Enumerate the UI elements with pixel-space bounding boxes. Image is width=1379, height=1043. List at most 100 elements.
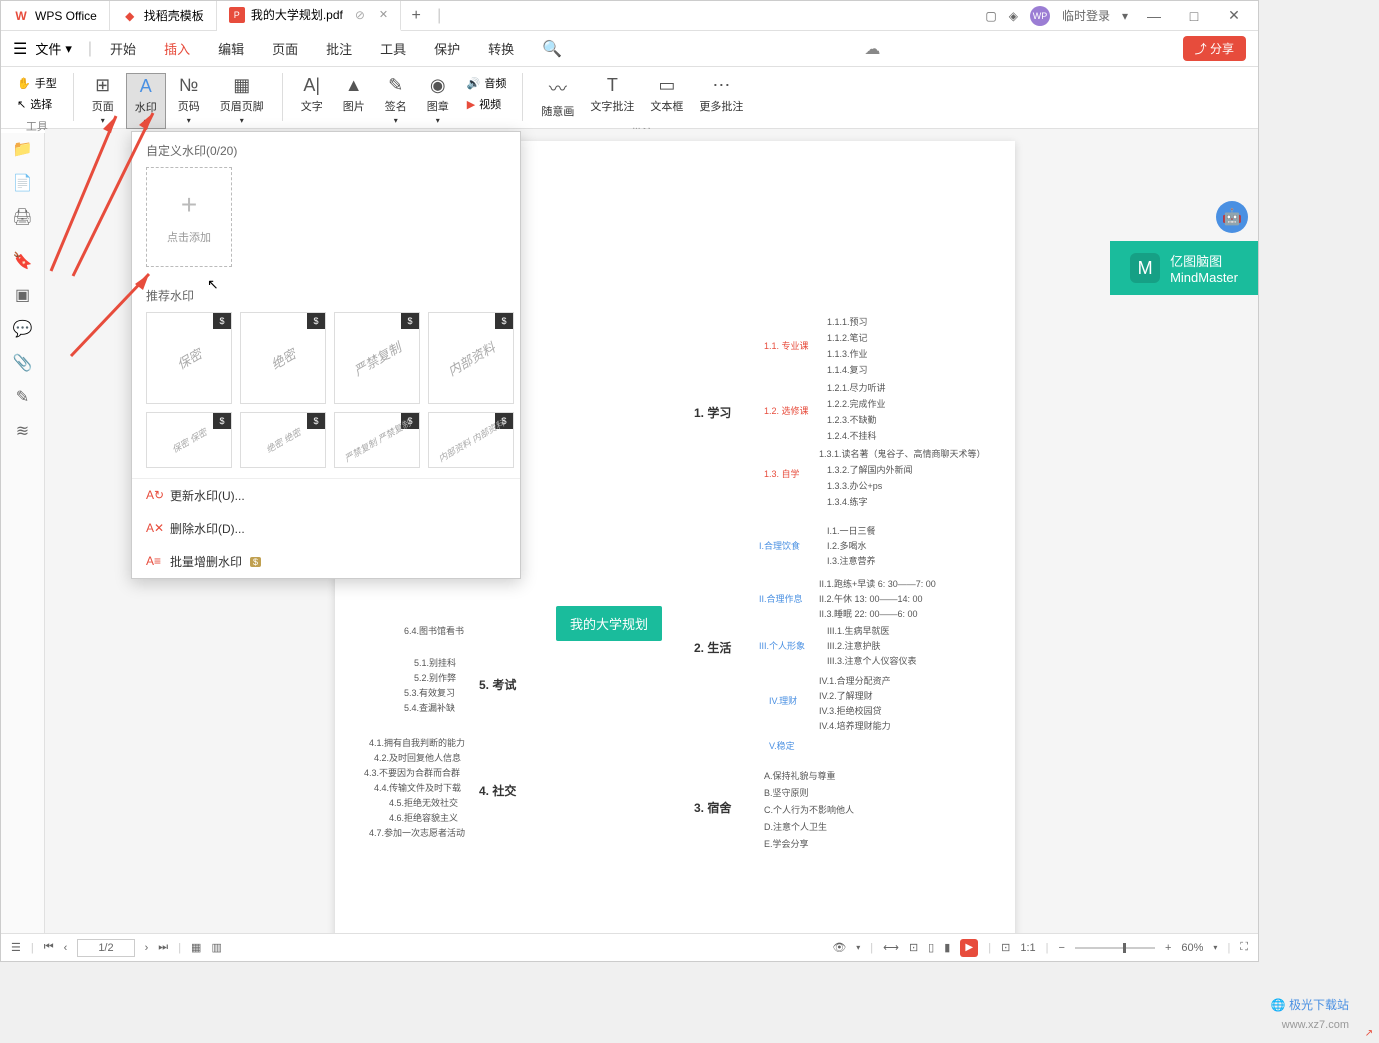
layers-icon[interactable]: ≋ xyxy=(16,421,29,441)
minimize-button[interactable]: — xyxy=(1140,8,1168,24)
print-icon[interactable]: 🖨 xyxy=(12,207,32,227)
last-page-button[interactable]: ⏭ xyxy=(158,941,168,954)
freedraw-button[interactable]: 〰随意画 xyxy=(533,73,582,121)
pin-icon[interactable]: ⊘ xyxy=(355,8,365,22)
presentation-button[interactable]: ▶ xyxy=(960,939,978,957)
app-tab[interactable]: W WPS Office xyxy=(1,1,110,31)
draw-icon: 〰 xyxy=(549,75,567,101)
thumbnail-icon[interactable]: ▣ xyxy=(15,285,30,305)
add-watermark-button[interactable]: + 点击添加 xyxy=(146,167,232,267)
cube-icon[interactable]: ◈ xyxy=(1009,9,1018,23)
search-icon[interactable]: 🔍 xyxy=(542,39,562,59)
batch-icon: A≡ xyxy=(146,554,162,570)
zoom-value[interactable]: 60% xyxy=(1181,942,1203,954)
menu-icon[interactable]: ☰ xyxy=(13,39,27,59)
watermark-preset[interactable]: $绝密 xyxy=(240,312,326,404)
update-watermark-action[interactable]: A↻更新水印(U)... xyxy=(132,479,520,512)
single-page-icon[interactable]: ▯ xyxy=(928,941,934,954)
dropdown-icon[interactable]: ▾ xyxy=(1122,9,1128,23)
site-logo: 🌐 极光下载站 xyxy=(1271,996,1349,1013)
watermark-preset[interactable]: $严禁复制 严禁复制 xyxy=(334,412,420,468)
brand-en: MindMaster xyxy=(1170,270,1238,285)
watermark-preset[interactable]: $内部资料 xyxy=(428,312,514,404)
zoom-slider[interactable] xyxy=(1075,947,1155,949)
fullscreen-icon[interactable]: ⛶ xyxy=(1240,941,1248,954)
zoom-in-button[interactable]: + xyxy=(1165,942,1171,954)
user-avatar[interactable]: WP xyxy=(1030,6,1050,26)
pdf-icon: P xyxy=(229,7,245,23)
page-button[interactable]: ⊞页面▾ xyxy=(84,73,122,127)
actual-size-icon[interactable]: 1:1 xyxy=(1020,942,1035,954)
file-icon[interactable]: 📄 xyxy=(13,173,33,193)
folder-icon[interactable]: 📁 xyxy=(13,139,33,159)
fit-width-icon[interactable]: ⟷ xyxy=(883,941,899,954)
more-annotate-button[interactable]: ⋯更多批注 xyxy=(691,73,751,121)
share-button[interactable]: ⤴ 分享 xyxy=(1183,36,1246,61)
file-menu[interactable]: 文件 ▾ xyxy=(35,39,72,58)
eye-icon[interactable]: 👁 xyxy=(832,941,846,954)
maximize-button[interactable]: □ xyxy=(1180,8,1208,24)
mm-leaf: E.学会分享 xyxy=(756,834,817,853)
batch-watermark-action[interactable]: A≡批量增删水印 $ xyxy=(132,545,520,578)
stamp-icon: ◉ xyxy=(430,75,446,96)
audio-button[interactable]: 🔊音频 xyxy=(461,73,513,93)
sign-button[interactable]: ✎签名▾ xyxy=(377,73,415,127)
menu-edit[interactable]: 编辑 xyxy=(208,35,254,62)
comment-icon[interactable]: 💬 xyxy=(13,319,33,339)
menu-annotate[interactable]: 批注 xyxy=(316,35,362,62)
menu-tools[interactable]: 工具 xyxy=(370,35,416,62)
tab-templates[interactable]: ◆ 找稻壳模板 xyxy=(110,1,217,31)
delete-watermark-action[interactable]: A✕删除水印(D)... xyxy=(132,512,520,545)
video-button[interactable]: ▶视频 xyxy=(461,94,513,114)
cloud-icon[interactable]: ☁ xyxy=(864,39,880,59)
menu-insert[interactable]: 插入 xyxy=(154,35,200,62)
watermark-button[interactable]: A水印▾ xyxy=(126,73,166,129)
more-icon: ⋯ xyxy=(712,75,730,96)
close-tab-icon[interactable]: ✕ xyxy=(379,8,388,21)
premium-icon: $ xyxy=(250,557,261,567)
view-split-icon[interactable]: ▥ xyxy=(211,941,221,954)
stamp-button[interactable]: ◉图章▾ xyxy=(419,73,457,127)
hand-tool[interactable]: ✋手型 xyxy=(11,73,63,93)
fit-icon[interactable]: ⊡ xyxy=(1001,941,1010,954)
watermark-preset[interactable]: $保密 xyxy=(146,312,232,404)
bookmark-icon[interactable]: 🔖 xyxy=(13,251,33,271)
first-page-button[interactable]: ⏮ xyxy=(44,941,54,954)
add-tab-button[interactable]: + xyxy=(401,7,431,25)
premium-badge-icon: $ xyxy=(213,313,231,329)
header-footer-button[interactable]: ▦页眉页脚▾ xyxy=(212,73,272,127)
continuous-icon[interactable]: ▮ xyxy=(944,941,950,954)
fit-page-icon[interactable]: ⊡ xyxy=(909,941,918,954)
watermark-preset[interactable]: $保密 保密 xyxy=(146,412,232,468)
mm-leaf: 4.7.参加一次志愿者活动 xyxy=(361,823,473,842)
text-annotate-button[interactable]: T文字批注 xyxy=(582,73,642,121)
text-button[interactable]: A|文字 xyxy=(293,73,331,116)
prev-page-button[interactable]: ‹ xyxy=(64,942,68,954)
next-page-button[interactable]: › xyxy=(145,942,149,954)
notebook-icon[interactable]: ▢ xyxy=(985,9,996,23)
mm-leaf: 5.4.查漏补缺 xyxy=(396,698,463,717)
watermark-preset[interactable]: $绝密 绝密 xyxy=(240,412,326,468)
site-url: www.xz7.com xyxy=(1282,1019,1349,1031)
watermark-preset[interactable]: $内部资料 内部资料 xyxy=(428,412,514,468)
menu-page[interactable]: 页面 xyxy=(262,35,308,62)
zoom-out-button[interactable]: − xyxy=(1059,942,1065,954)
textbox-button[interactable]: ▭文本框 xyxy=(642,73,691,121)
floating-assistant-button[interactable]: 🤖 xyxy=(1216,201,1248,233)
select-tool[interactable]: ↖选择 xyxy=(11,94,63,114)
menu-protect[interactable]: 保护 xyxy=(424,35,470,62)
close-button[interactable]: ✕ xyxy=(1220,7,1248,24)
pagenum-button[interactable]: №页码▾ xyxy=(170,73,208,127)
tab-document[interactable]: P 我的大学规划.pdf ⊘ ✕ xyxy=(217,1,401,31)
menu-start[interactable]: 开始 xyxy=(100,35,146,62)
edit-icon[interactable]: ✎ xyxy=(16,387,29,407)
thumbnails-icon[interactable]: ☰ xyxy=(11,941,21,954)
attachment-icon[interactable]: 📎 xyxy=(13,353,33,373)
watermark-preset[interactable]: $严禁复制 xyxy=(334,312,420,404)
mouse-cursor: ↖ xyxy=(207,276,219,293)
image-button[interactable]: ▲图片 xyxy=(335,73,373,116)
page-input[interactable]: 1/2 xyxy=(77,939,134,957)
view-mode-icon[interactable]: ▦ xyxy=(191,941,201,954)
login-text[interactable]: 临时登录 xyxy=(1062,7,1110,24)
menu-convert[interactable]: 转换 xyxy=(478,35,524,62)
